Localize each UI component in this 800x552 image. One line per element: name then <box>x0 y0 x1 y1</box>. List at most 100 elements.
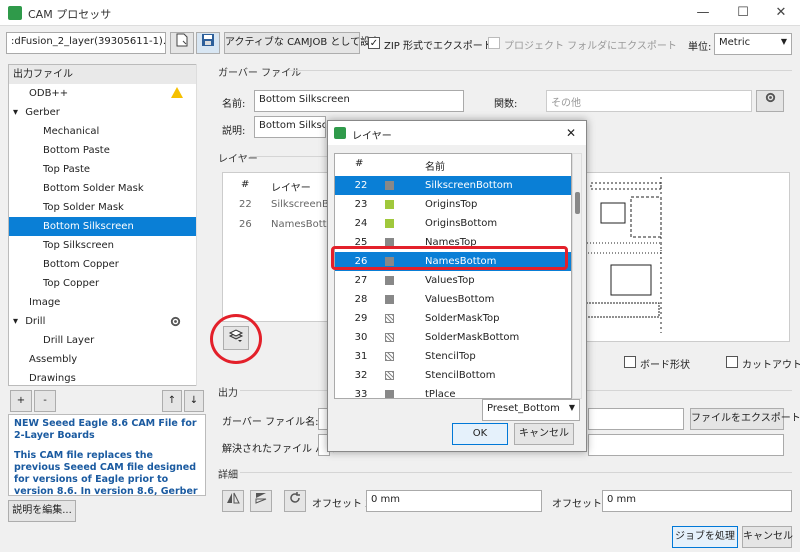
rotate-icon <box>290 492 300 503</box>
set-active-camjob-button[interactable]: アクティブな CAMJOB として設定 <box>224 32 380 54</box>
tree-item-mechanical[interactable]: Mechanical <box>9 122 205 141</box>
layer-list-row[interactable]: 32 StencilBottom <box>335 366 571 385</box>
dialog-title-bar: レイヤー ✕ <box>328 121 586 145</box>
dialog-col-num: # <box>355 158 364 169</box>
layer-name: tPlace <box>425 389 456 399</box>
offset-x-input[interactable]: 0 mm <box>366 490 542 512</box>
dialog-ok-button[interactable]: OK <box>452 423 508 445</box>
output-file-tree[interactable]: 出力ファイル ODB++ ▾ Gerber Mechanical Bottom … <box>8 64 206 386</box>
layer-color-swatch <box>385 371 394 380</box>
remove-output-button[interactable]: - <box>34 390 56 412</box>
minimize-button[interactable]: — <box>686 2 720 24</box>
save-button[interactable] <box>196 32 220 54</box>
layer-col-name: レイヤー <box>271 183 311 194</box>
layer-name: OriginsBottom <box>425 218 498 229</box>
layer-name: OriginsTop <box>425 199 478 210</box>
gear-icon[interactable] <box>169 315 182 328</box>
layer-list-row[interactable]: 29 SolderMaskTop <box>335 309 571 328</box>
gerber-filename-input-right[interactable] <box>588 408 684 430</box>
move-up-button[interactable]: ↑ <box>162 390 182 412</box>
layer-list-row[interactable]: 31 StencilTop <box>335 347 571 366</box>
description-label: 説明: <box>222 126 246 137</box>
tree-item-bottom-solder-mask[interactable]: Bottom Solder Mask <box>9 179 205 198</box>
layer-color-swatch <box>385 219 394 228</box>
tree-item-top-paste[interactable]: Top Paste <box>9 160 205 179</box>
layer-name: SolderMaskTop <box>425 313 500 324</box>
dialog-cancel-button[interactable]: キャンセル <box>514 423 574 445</box>
layer-col-num: # <box>241 179 250 190</box>
layer-list-row[interactable]: 30 SolderMaskBottom <box>335 328 571 347</box>
tree-item-top-solder-mask[interactable]: Top Solder Mask <box>9 198 205 217</box>
project-folder-checkbox[interactable] <box>488 37 500 49</box>
add-output-button[interactable]: + <box>10 390 32 412</box>
function-settings-button[interactable] <box>756 90 784 112</box>
function-label: 関数: <box>494 99 518 110</box>
rotate-button[interactable] <box>284 490 306 512</box>
project-folder-label: プロジェクト フォルダにエクスポート <box>504 41 677 52</box>
expand-icon[interactable]: ▾ <box>13 107 18 118</box>
export-file-button[interactable]: ファイルをエクスポート <box>690 408 800 430</box>
edit-description-button[interactable]: 説明を編集... <box>8 500 76 522</box>
tree-item-drawings[interactable]: Drawings <box>9 369 205 385</box>
annotation-circle <box>210 314 262 364</box>
tree-item-drill-layer[interactable]: Drill Layer <box>9 331 205 350</box>
layer-number: 23 <box>354 199 368 210</box>
preset-select[interactable]: Preset_Bottom ▼ <box>482 399 580 421</box>
tree-item-gerber[interactable]: ▾ Gerber <box>9 103 205 122</box>
tree-item-bottom-copper[interactable]: Bottom Copper <box>9 255 205 274</box>
process-job-button[interactable]: ジョブを処理 <box>672 526 738 548</box>
open-file-button[interactable] <box>170 32 194 54</box>
tree-item-top-silkscreen[interactable]: Top Silkscreen <box>9 236 205 255</box>
mirror-button[interactable] <box>222 490 244 512</box>
layer-list-row[interactable]: 22 SilkscreenBottom <box>335 176 571 195</box>
tree-item-odb[interactable]: ODB++ <box>9 84 205 103</box>
tree-item-image[interactable]: Image <box>9 293 205 312</box>
save-icon <box>202 34 214 46</box>
layer-number: 24 <box>354 218 368 229</box>
cam-file-name-field[interactable]: :dFusion_2_layer(39305611-1).cam <box>6 32 166 54</box>
dialog-close-button[interactable]: ✕ <box>566 126 576 140</box>
gerber-name-input[interactable]: Bottom Silkscreen <box>254 90 464 112</box>
details-section-title: 詳細 <box>218 470 238 481</box>
resolved-path-input-right <box>588 434 784 456</box>
window-title: CAM プロセッサ <box>28 8 112 21</box>
layer-list[interactable]: # 名前 22 SilkscreenBottom 23 OriginsTop 24 Ori… <box>334 153 572 399</box>
close-button[interactable]: ✕ <box>764 2 798 24</box>
layer-list-row[interactable]: 33 tPlace <box>335 385 571 399</box>
board-shape-checkbox[interactable] <box>624 356 636 368</box>
layer-dialog: レイヤー ✕ # 名前 22 SilkscreenBottom 23 OriginsT… <box>327 120 587 452</box>
unit-select[interactable]: Metric ▼ <box>714 33 792 55</box>
layer-list-scrollbar[interactable] <box>572 153 582 399</box>
move-down-button[interactable]: ↓ <box>184 390 204 412</box>
cancel-button[interactable]: キャンセル <box>742 526 793 548</box>
chevron-down-icon: ▼ <box>568 403 575 412</box>
cutout-checkbox[interactable] <box>726 356 738 368</box>
flip-button[interactable] <box>250 490 272 512</box>
layer-number: 31 <box>354 351 368 362</box>
tree-scrollbar[interactable] <box>196 64 206 386</box>
layer-list-row[interactable]: 23 OriginsTop <box>335 195 571 214</box>
layer-color-swatch <box>385 276 394 285</box>
layer-list-row[interactable]: 24 OriginsBottom <box>335 214 571 233</box>
tree-item-top-copper[interactable]: Top Copper <box>9 274 205 293</box>
layer-table[interactable]: # レイヤー 22 SilkscreenBott 26 NamesBottom <box>222 172 343 322</box>
tree-item-bottom-paste[interactable]: Bottom Paste <box>9 141 205 160</box>
scroll-thumb[interactable] <box>575 192 580 214</box>
layer-list-row[interactable]: 27 ValuesTop <box>335 271 571 290</box>
offset-y-input[interactable]: 0 mm <box>602 490 792 512</box>
expand-icon[interactable]: ▾ <box>13 316 18 327</box>
layer-number: 30 <box>354 332 368 343</box>
app-icon <box>334 127 346 139</box>
maximize-button[interactable]: ☐ <box>726 2 760 24</box>
zip-export-checkbox[interactable]: ✓ <box>368 37 380 49</box>
tree-item-label: ODB++ <box>29 88 69 99</box>
tree-item-assembly[interactable]: Assembly <box>9 350 205 369</box>
layer-row-num: 22 <box>239 199 252 210</box>
layer-preview <box>570 172 790 342</box>
function-input[interactable]: その他 <box>546 90 752 112</box>
tree-header: 出力ファイル <box>9 65 205 84</box>
gerber-description-input[interactable]: Bottom Silkscre <box>254 116 326 138</box>
tree-item-drill[interactable]: ▾ Drill <box>9 312 205 331</box>
layer-list-row[interactable]: 28 ValuesBottom <box>335 290 571 309</box>
tree-item-bottom-silkscreen[interactable]: Bottom Silkscreen <box>9 217 205 236</box>
